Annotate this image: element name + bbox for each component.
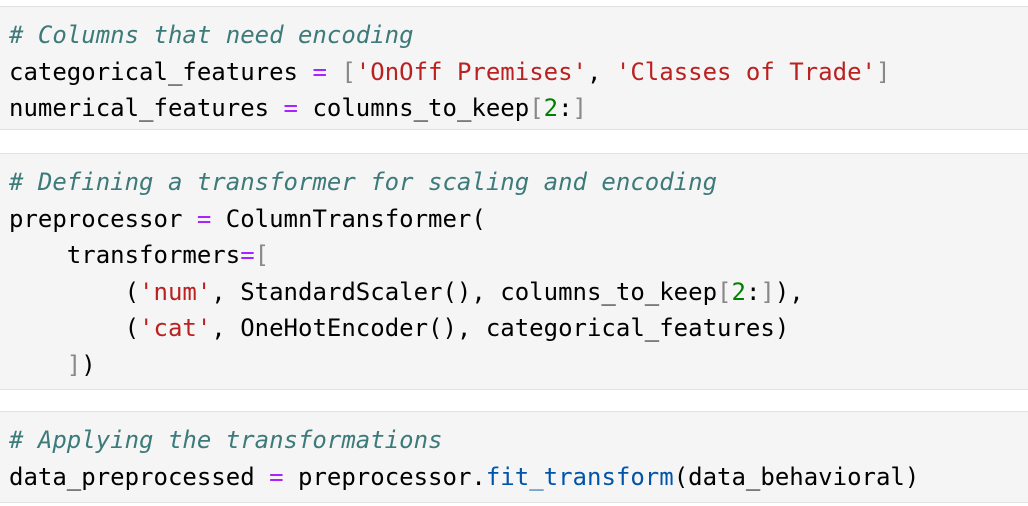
string-literal: 'Classes of Trade' bbox=[615, 57, 876, 86]
code-text: columns_to_keep bbox=[298, 94, 530, 123]
code-text: ) bbox=[81, 350, 96, 379]
operator: = bbox=[240, 241, 255, 270]
bracket: [ bbox=[254, 241, 270, 270]
bracket: ] bbox=[875, 57, 891, 86]
code-line: transformers=[ bbox=[9, 237, 804, 274]
string-literal: 'num' bbox=[139, 277, 212, 306]
code-text: , StandardScaler(), columns_to_keep bbox=[211, 277, 718, 306]
string-literal: 'OnOff Premises' bbox=[355, 57, 587, 86]
code-line: # Defining a transformer for scaling and… bbox=[9, 164, 804, 201]
bracket: ] bbox=[760, 277, 775, 306]
code-line: ]) bbox=[9, 347, 804, 384]
code-editor[interactable]: # Defining a transformer for scaling and… bbox=[9, 164, 804, 384]
code-cell-2[interactable]: # Defining a transformer for scaling and… bbox=[0, 153, 1028, 390]
code-text: (data_behavioral) bbox=[673, 462, 920, 491]
code-line: categorical_features = ['OnOff Premises'… bbox=[9, 54, 890, 91]
code-text: ), bbox=[774, 277, 804, 306]
code-text: numerical_features bbox=[9, 94, 284, 123]
string-literal: 'cat' bbox=[139, 314, 212, 343]
code-text: : bbox=[558, 94, 573, 123]
method-name: fit_transform bbox=[485, 462, 674, 491]
number-literal: 2 bbox=[543, 94, 559, 123]
operator: = bbox=[269, 462, 284, 491]
code-editor[interactable]: # Applying the transformations data_prepr… bbox=[9, 422, 919, 495]
bracket: ] bbox=[66, 350, 82, 379]
code-text: transformers bbox=[9, 241, 241, 270]
code-line: # Columns that need encoding bbox=[9, 17, 890, 54]
code-text: : bbox=[745, 277, 761, 306]
code-comment: # Defining a transformer for scaling and… bbox=[9, 168, 718, 196]
bracket: [ bbox=[717, 277, 732, 306]
code-text: , OneHotEncoder(), categorical_features) bbox=[211, 314, 790, 343]
code-text: , bbox=[586, 57, 616, 86]
code-line: preprocessor = ColumnTransformer( bbox=[9, 201, 804, 238]
code-cell-1[interactable]: # Columns that need encoding categorical_… bbox=[0, 6, 1028, 130]
code-comment: # Applying the transformations bbox=[9, 426, 443, 454]
number-literal: 2 bbox=[731, 277, 746, 306]
code-comment: # Columns that need encoding bbox=[9, 21, 414, 49]
code-text: categorical_features bbox=[9, 57, 313, 86]
code-text: ( bbox=[9, 277, 140, 306]
bracket: [ bbox=[529, 94, 544, 123]
code-text: ColumnTransformer( bbox=[211, 204, 486, 233]
bracket: ] bbox=[572, 94, 587, 123]
code-cell-3[interactable]: # Applying the transformations data_prepr… bbox=[0, 411, 1028, 503]
code-line: ('num', StandardScaler(), columns_to_kee… bbox=[9, 274, 804, 311]
code-line: data_preprocessed = preprocessor.fit_tra… bbox=[9, 459, 919, 496]
code-line: ('cat', OneHotEncoder(), categorical_fea… bbox=[9, 310, 804, 347]
code-text: data_preprocessed bbox=[9, 462, 270, 491]
operator: = bbox=[283, 94, 298, 123]
operator: = bbox=[196, 204, 212, 233]
code-line: # Applying the transformations bbox=[9, 422, 919, 459]
code-text: ( bbox=[9, 314, 140, 343]
code-editor[interactable]: # Columns that need encoding categorical_… bbox=[9, 17, 890, 127]
code-text: preprocessor bbox=[9, 204, 197, 233]
operator: = bbox=[312, 57, 327, 86]
code-line: numerical_features = columns_to_keep[2:] bbox=[9, 90, 890, 127]
code-text: preprocessor. bbox=[283, 462, 486, 491]
bracket: [ bbox=[341, 57, 356, 86]
